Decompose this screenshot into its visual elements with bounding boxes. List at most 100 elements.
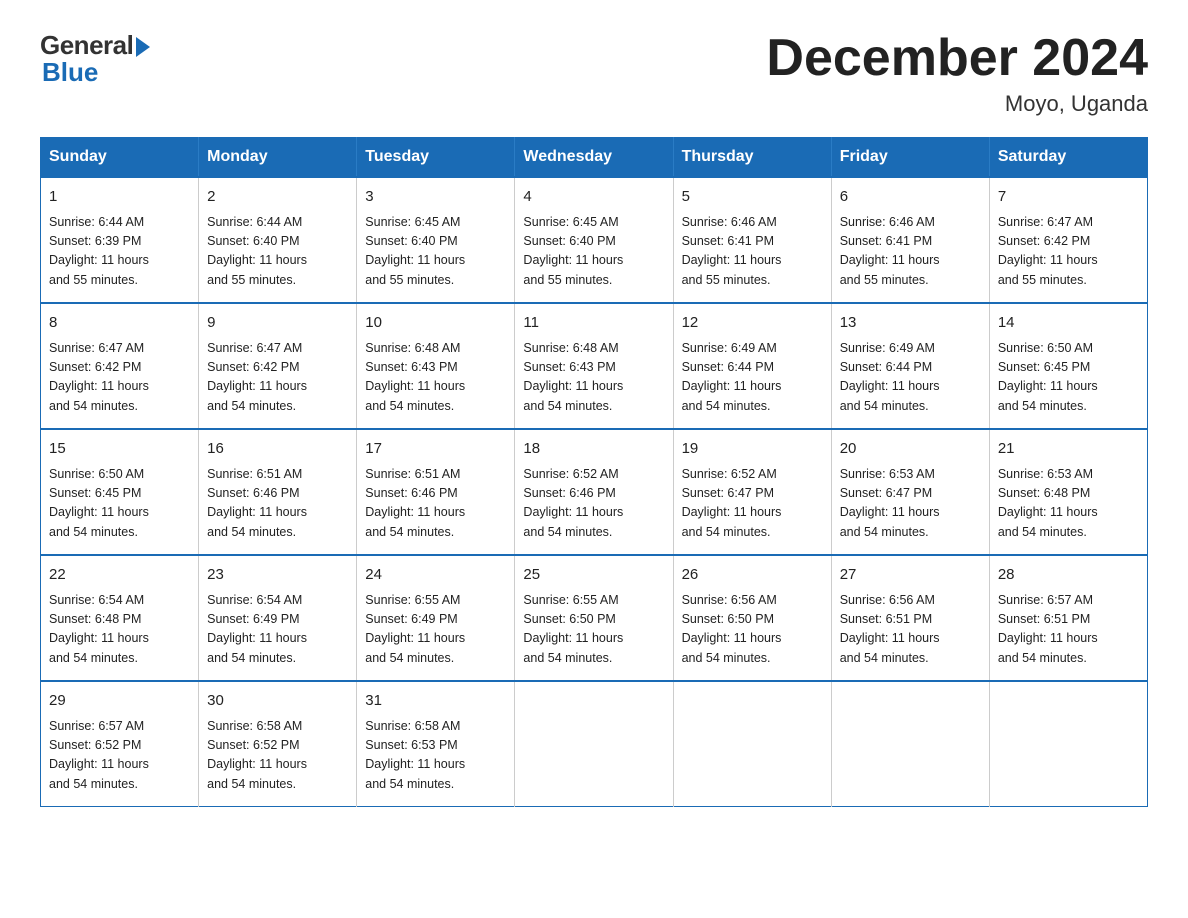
day-info: Sunrise: 6:55 AMSunset: 6:50 PMDaylight:…: [523, 591, 664, 669]
calendar-week: 15 Sunrise: 6:50 AMSunset: 6:45 PMDayligh…: [41, 429, 1148, 555]
calendar-cell: 23Sunrise: 6:54 AMSunset: 6:49 PMDayligh…: [199, 555, 357, 681]
day-info: Sunrise: 6:47 AMSunset: 6:42 PMDaylight:…: [207, 339, 348, 417]
calendar-cell: 8Sunrise: 6:47 AMSunset: 6:42 PMDaylight…: [41, 303, 199, 429]
header-day: Friday: [831, 138, 989, 178]
day-info: Sunrise: 6:50 AMSunset: 6:45 PMDaylight:…: [49, 465, 190, 543]
logo: General Blue: [40, 30, 150, 88]
day-number: 23: [207, 564, 348, 587]
day-number: 29: [49, 690, 190, 713]
calendar-cell: 2Sunrise: 6:44 AMSunset: 6:40 PMDaylight…: [199, 177, 357, 303]
calendar-cell: 15 Sunrise: 6:50 AMSunset: 6:45 PMDayligh…: [41, 429, 199, 555]
calendar-body: 1 Sunrise: 6:44 AMSunset: 6:39 PMDaylight…: [41, 177, 1148, 807]
day-info: Sunrise: 6:55 AMSunset: 6:49 PMDaylight:…: [365, 591, 506, 669]
calendar-cell: 29 Sunrise: 6:57 AMSunset: 6:52 PMDayligh…: [41, 681, 199, 807]
calendar-cell: 21 Sunrise: 6:53 AMSunset: 6:48 PMDayligh…: [989, 429, 1147, 555]
calendar-cell: 20Sunrise: 6:53 AMSunset: 6:47 PMDayligh…: [831, 429, 989, 555]
day-info: Sunrise: 6:53 AMSunset: 6:47 PMDaylight:…: [840, 465, 981, 543]
calendar-cell: 12 Sunrise: 6:49 AMSunset: 6:44 PMDayligh…: [673, 303, 831, 429]
header-day: Tuesday: [357, 138, 515, 178]
day-info: Sunrise: 6:57 AMSunset: 6:52 PMDaylight:…: [49, 717, 190, 795]
calendar-cell: 14Sunrise: 6:50 AMSunset: 6:45 PMDayligh…: [989, 303, 1147, 429]
calendar-week: 22 Sunrise: 6:54 AMSunset: 6:48 PMDayligh…: [41, 555, 1148, 681]
day-number: 17: [365, 438, 506, 461]
calendar-cell: 6 Sunrise: 6:46 AMSunset: 6:41 PMDaylight…: [831, 177, 989, 303]
day-info: Sunrise: 6:46 AMSunset: 6:41 PMDaylight:…: [840, 213, 981, 291]
calendar-cell: 27 Sunrise: 6:56 AMSunset: 6:51 PMDayligh…: [831, 555, 989, 681]
calendar-cell: 25 Sunrise: 6:55 AMSunset: 6:50 PMDayligh…: [515, 555, 673, 681]
day-number: 31: [365, 690, 506, 713]
logo-blue-text: Blue: [42, 57, 98, 88]
calendar-cell: 28 Sunrise: 6:57 AMSunset: 6:51 PMDayligh…: [989, 555, 1147, 681]
calendar-cell: 31 Sunrise: 6:58 AMSunset: 6:53 PMDayligh…: [357, 681, 515, 807]
day-info: Sunrise: 6:44 AMSunset: 6:39 PMDaylight:…: [49, 213, 190, 291]
day-info: Sunrise: 6:48 AMSunset: 6:43 PMDaylight:…: [523, 339, 664, 417]
calendar-cell: [831, 681, 989, 807]
calendar-cell: 19 Sunrise: 6:52 AMSunset: 6:47 PMDayligh…: [673, 429, 831, 555]
day-number: 3: [365, 186, 506, 209]
calendar-cell: 1 Sunrise: 6:44 AMSunset: 6:39 PMDaylight…: [41, 177, 199, 303]
month-title: December 2024: [766, 30, 1148, 87]
day-number: 15: [49, 438, 190, 461]
day-info: Sunrise: 6:58 AMSunset: 6:52 PMDaylight:…: [207, 717, 348, 795]
calendar-cell: [515, 681, 673, 807]
day-number: 9: [207, 312, 348, 335]
calendar-cell: 22 Sunrise: 6:54 AMSunset: 6:48 PMDayligh…: [41, 555, 199, 681]
day-number: 10: [365, 312, 506, 335]
calendar-cell: [989, 681, 1147, 807]
header-day: Sunday: [41, 138, 199, 178]
header-day: Wednesday: [515, 138, 673, 178]
calendar-week: 1 Sunrise: 6:44 AMSunset: 6:39 PMDaylight…: [41, 177, 1148, 303]
day-info: Sunrise: 6:52 AMSunset: 6:47 PMDaylight:…: [682, 465, 823, 543]
calendar-cell: 5Sunrise: 6:46 AMSunset: 6:41 PMDaylight…: [673, 177, 831, 303]
calendar-week: 29 Sunrise: 6:57 AMSunset: 6:52 PMDayligh…: [41, 681, 1148, 807]
day-info: Sunrise: 6:58 AMSunset: 6:53 PMDaylight:…: [365, 717, 506, 795]
calendar-table: SundayMondayTuesdayWednesdayThursdayFrid…: [40, 137, 1148, 807]
calendar-cell: 3 Sunrise: 6:45 AMSunset: 6:40 PMDaylight…: [357, 177, 515, 303]
day-info: Sunrise: 6:53 AMSunset: 6:48 PMDaylight:…: [998, 465, 1139, 543]
calendar-cell: 17Sunrise: 6:51 AMSunset: 6:46 PMDayligh…: [357, 429, 515, 555]
calendar-cell: 7 Sunrise: 6:47 AMSunset: 6:42 PMDaylight…: [989, 177, 1147, 303]
day-info: Sunrise: 6:47 AMSunset: 6:42 PMDaylight:…: [998, 213, 1139, 291]
day-info: Sunrise: 6:49 AMSunset: 6:44 PMDaylight:…: [682, 339, 823, 417]
calendar-cell: 10 Sunrise: 6:48 AMSunset: 6:43 PMDayligh…: [357, 303, 515, 429]
calendar-week: 8Sunrise: 6:47 AMSunset: 6:42 PMDaylight…: [41, 303, 1148, 429]
day-info: Sunrise: 6:47 AMSunset: 6:42 PMDaylight:…: [49, 339, 190, 417]
calendar-cell: 13Sunrise: 6:49 AMSunset: 6:44 PMDayligh…: [831, 303, 989, 429]
calendar-cell: 4 Sunrise: 6:45 AMSunset: 6:40 PMDaylight…: [515, 177, 673, 303]
day-number: 11: [523, 312, 664, 335]
day-number: 16: [207, 438, 348, 461]
day-info: Sunrise: 6:48 AMSunset: 6:43 PMDaylight:…: [365, 339, 506, 417]
day-number: 6: [840, 186, 981, 209]
day-info: Sunrise: 6:45 AMSunset: 6:40 PMDaylight:…: [523, 213, 664, 291]
calendar-cell: 26Sunrise: 6:56 AMSunset: 6:50 PMDayligh…: [673, 555, 831, 681]
calendar-cell: [673, 681, 831, 807]
day-number: 24: [365, 564, 506, 587]
logo-arrow-icon: [136, 37, 150, 57]
title-block: December 2024 Moyo, Uganda: [766, 30, 1148, 117]
day-number: 28: [998, 564, 1139, 587]
day-info: Sunrise: 6:56 AMSunset: 6:50 PMDaylight:…: [682, 591, 823, 669]
day-number: 4: [523, 186, 664, 209]
location-title: Moyo, Uganda: [766, 91, 1148, 117]
day-number: 12: [682, 312, 823, 335]
day-number: 27: [840, 564, 981, 587]
calendar-cell: 9 Sunrise: 6:47 AMSunset: 6:42 PMDaylight…: [199, 303, 357, 429]
header-row: SundayMondayTuesdayWednesdayThursdayFrid…: [41, 138, 1148, 178]
day-number: 18: [523, 438, 664, 461]
day-number: 21: [998, 438, 1139, 461]
day-info: Sunrise: 6:51 AMSunset: 6:46 PMDaylight:…: [207, 465, 348, 543]
day-info: Sunrise: 6:54 AMSunset: 6:48 PMDaylight:…: [49, 591, 190, 669]
day-number: 22: [49, 564, 190, 587]
header-day: Thursday: [673, 138, 831, 178]
day-number: 2: [207, 186, 348, 209]
day-info: Sunrise: 6:56 AMSunset: 6:51 PMDaylight:…: [840, 591, 981, 669]
day-number: 19: [682, 438, 823, 461]
day-number: 1: [49, 186, 190, 209]
calendar-cell: 24 Sunrise: 6:55 AMSunset: 6:49 PMDayligh…: [357, 555, 515, 681]
day-number: 25: [523, 564, 664, 587]
day-info: Sunrise: 6:57 AMSunset: 6:51 PMDaylight:…: [998, 591, 1139, 669]
day-info: Sunrise: 6:45 AMSunset: 6:40 PMDaylight:…: [365, 213, 506, 291]
day-number: 7: [998, 186, 1139, 209]
calendar-cell: 11 Sunrise: 6:48 AMSunset: 6:43 PMDayligh…: [515, 303, 673, 429]
day-number: 14: [998, 312, 1139, 335]
